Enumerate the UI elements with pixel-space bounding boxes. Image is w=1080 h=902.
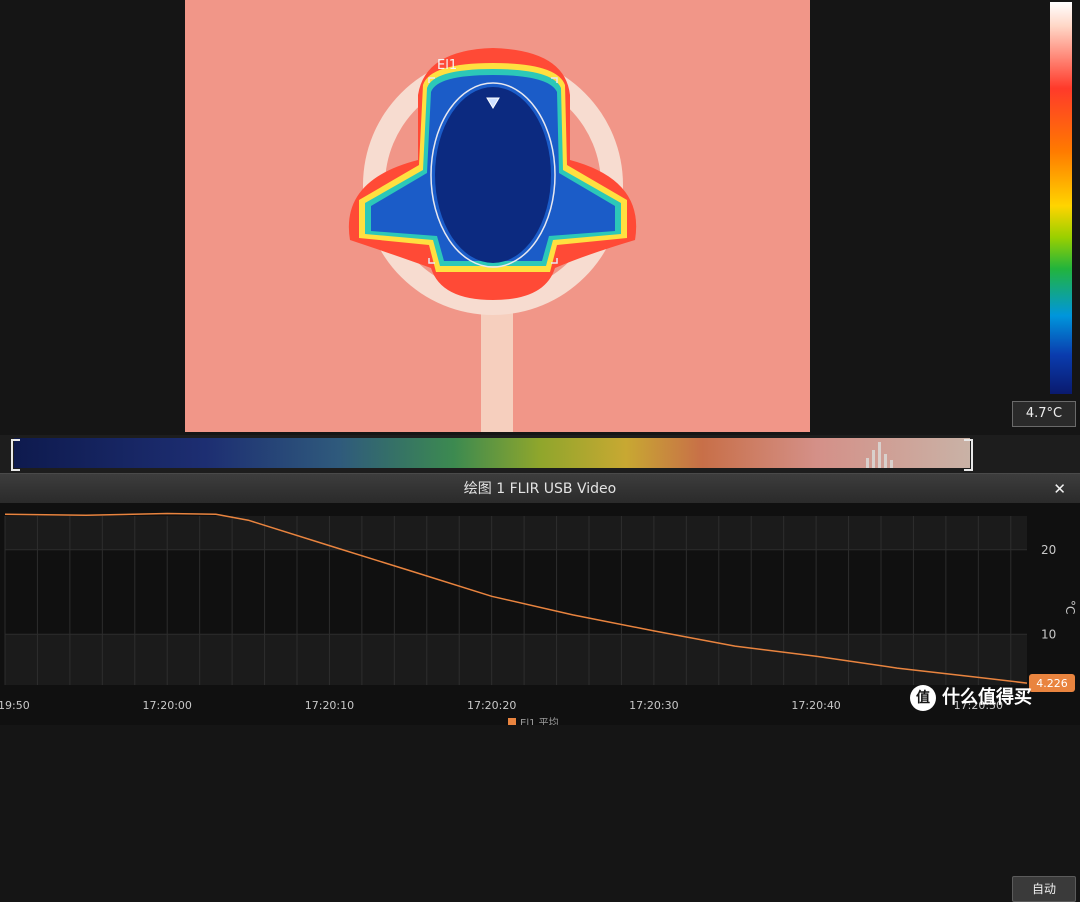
close-icon[interactable]: ✕ (1053, 474, 1066, 504)
y-tick-label: 10 (1041, 627, 1056, 641)
thermal-image: El1 (185, 0, 810, 432)
plot-band (5, 549, 1027, 635)
x-tick-label: 17:20:20 (467, 699, 516, 712)
plot-title-bar: 绘图 1 FLIR USB Video ✕ (0, 473, 1080, 504)
legend-swatch (508, 718, 516, 725)
legend-label: El1 平均 (520, 717, 559, 725)
watermark-icon: 值 (910, 685, 936, 711)
auto-range-button[interactable]: 自动 (1012, 876, 1076, 902)
watermark-text: 什么值得买 (942, 687, 1032, 708)
plot-title: 绘图 1 FLIR USB Video (463, 481, 617, 497)
x-tick-label: 17:19:50 (0, 699, 30, 712)
x-tick-label: 17:20:00 (143, 699, 192, 712)
watermark: 值什么值得买 (910, 683, 1032, 713)
x-tick-label: 17:20:40 (791, 699, 840, 712)
temperature-color-scale (1050, 2, 1072, 394)
roi-label[interactable]: El1 (437, 58, 457, 73)
current-temperature-readout: 4.7°C (1012, 401, 1076, 427)
value-badge-text: 4.226 (1036, 677, 1068, 690)
thermal-viewer: El1 4.7°C (0, 0, 1080, 435)
y-axis-unit-label: °C (1063, 600, 1077, 614)
palette-histogram-bar[interactable] (11, 438, 973, 471)
palette-histogram-row: 自动 (0, 435, 1080, 902)
thermal-scene (185, 0, 810, 432)
x-tick-label: 17:20:30 (629, 699, 678, 712)
x-tick-label: 17:20:10 (305, 699, 354, 712)
y-tick-label: 20 (1041, 543, 1056, 557)
histogram-marks (866, 442, 893, 468)
